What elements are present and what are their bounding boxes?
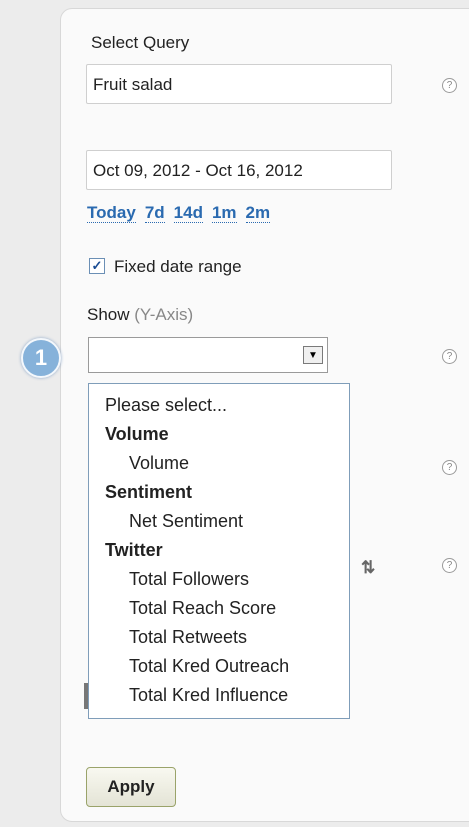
fixed-date-range-label: Fixed date range [114,257,242,276]
dropdown-option[interactable]: Total Kred Influence [89,681,349,710]
dropdown-option[interactable]: Total Reach Score [89,594,349,623]
dropdown-group-label: Twitter [105,540,163,560]
quick-link-2m[interactable]: 2m [245,203,271,223]
quick-link-today[interactable]: Today [87,203,136,223]
quick-link-7d[interactable]: 7d [144,203,165,223]
y-axis-label-hint: (Y-Axis) [134,305,194,324]
quick-link-14d[interactable]: 14d [173,203,203,223]
dropdown-option[interactable]: Net Sentiment [89,507,349,536]
y-axis-dropdown-list[interactable]: Please select... Volume Volume Sentiment… [88,383,350,719]
chevron-down-icon[interactable]: ▼ [303,346,323,364]
help-icon[interactable]: ? [442,460,457,475]
step-badge: 1 [21,338,61,378]
dropdown-option[interactable]: Total Kred Outreach [89,652,349,681]
y-axis-label: Show (Y-Axis) [87,305,193,325]
help-icon[interactable]: ? [442,349,457,364]
select-query-label: Select Query [91,33,190,52]
y-axis-label-main: Show [87,305,130,324]
quick-link-1m[interactable]: 1m [211,203,237,223]
dropdown-option[interactable]: Please select... [89,391,349,420]
dropdown-option[interactable]: Total Followers [89,565,349,594]
dropdown-group-label: Volume [105,424,169,444]
help-icon[interactable]: ? [442,558,457,573]
query-input[interactable]: Fruit salad [86,64,392,104]
fixed-date-range-checkbox[interactable]: ✓ [89,258,105,274]
dropdown-group-label: Sentiment [105,482,193,502]
quick-date-links: Today 7d 14d 1m 2m [87,203,279,223]
dropdown-option[interactable]: Volume [89,449,349,478]
help-icon[interactable]: ? [442,78,457,93]
dropdown-option[interactable]: Total Retweets [89,623,349,652]
apply-button[interactable]: Apply [86,767,176,807]
retweet-icon: ⇅ [361,558,376,577]
y-axis-select[interactable]: ▼ [88,337,328,373]
date-range-input[interactable]: Oct 09, 2012 - Oct 16, 2012 [86,150,392,190]
